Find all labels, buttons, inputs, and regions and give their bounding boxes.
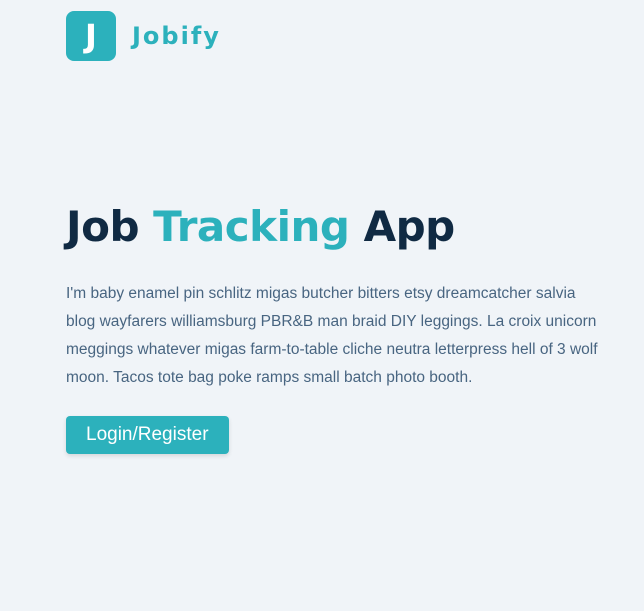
logo-icon: J (66, 11, 116, 61)
title-part-job: Job (66, 202, 154, 251)
navbar: J Jobify (66, 11, 221, 61)
login-register-button[interactable]: Login/Register (66, 416, 229, 454)
brand-name: Jobify (132, 22, 221, 50)
hero-description: I'm baby enamel pin schlitz migas butche… (66, 285, 598, 386)
page-title: Job Tracking App (66, 196, 606, 258)
hero-section: Job Tracking App I'm baby enamel pin sch… (66, 196, 606, 454)
title-accent-tracking: Tracking (153, 202, 350, 251)
logo-letter: J (85, 17, 97, 55)
title-part-app: App (349, 202, 456, 251)
